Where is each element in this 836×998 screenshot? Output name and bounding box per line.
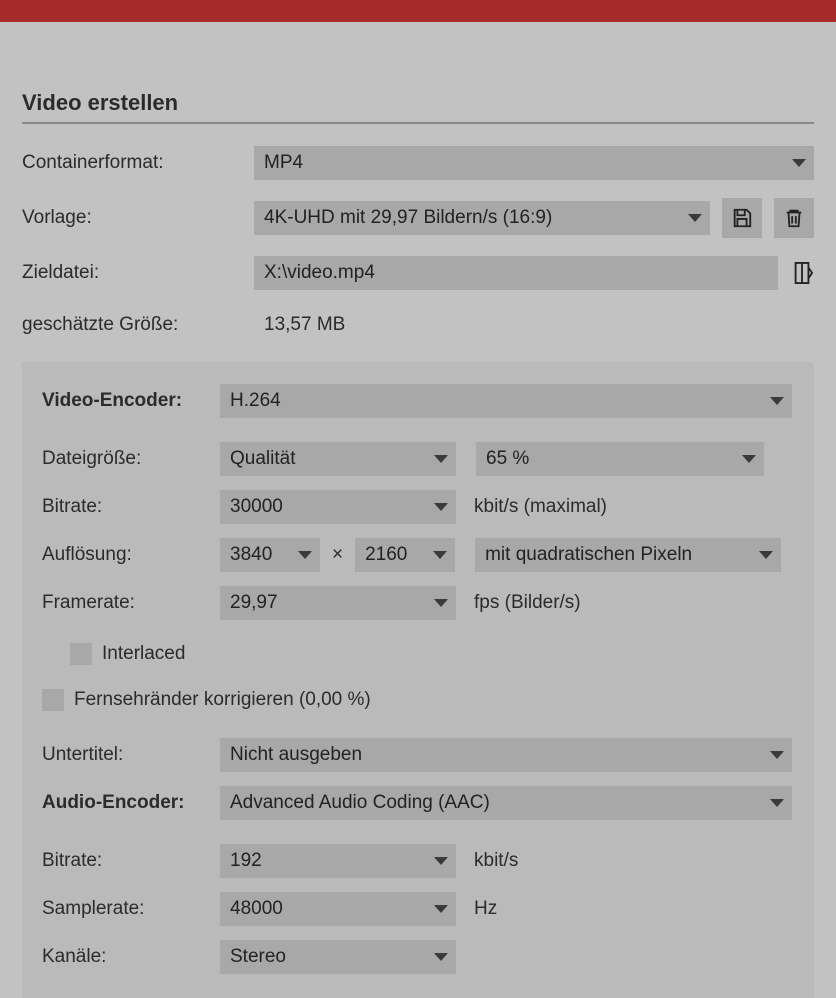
save-icon — [731, 207, 753, 229]
field-value: X:\video.mp4 — [264, 262, 375, 284]
select-value: 30000 — [230, 496, 283, 518]
container-format-label: Containerformat: — [22, 152, 254, 174]
template-select[interactable]: 4K-UHD mit 29,97 Bildern/s (16:9) — [254, 201, 710, 235]
samplerate-select[interactable]: 48000 — [220, 892, 456, 926]
estimated-size-value: 13,57 MB — [254, 314, 345, 336]
audio-encoder-select[interactable]: Advanced Audio Coding (AAC) — [220, 786, 792, 820]
video-encoder-select[interactable]: H.264 — [220, 384, 792, 418]
select-value: MP4 — [264, 152, 303, 174]
chevron-down-icon — [688, 214, 702, 222]
subtitle-select[interactable]: Nicht ausgeben — [220, 738, 792, 772]
select-value: 4K-UHD mit 29,97 Bildern/s (16:9) — [264, 207, 552, 229]
audio-bitrate-label: Bitrate: — [42, 850, 220, 872]
pixel-aspect-select[interactable]: mit quadratischen Pixeln — [475, 538, 781, 572]
target-file-field[interactable]: X:\video.mp4 — [254, 256, 778, 290]
container-format-select[interactable]: MP4 — [254, 146, 814, 180]
filesize-label: Dateigröße: — [42, 448, 220, 470]
interlaced-checkbox[interactable] — [70, 643, 92, 665]
select-value: mit quadratischen Pixeln — [485, 544, 692, 566]
video-encoder-label: Video-Encoder: — [42, 390, 220, 412]
select-value: 65 % — [486, 448, 529, 470]
filesize-mode-select[interactable]: Qualität — [220, 442, 456, 476]
resolution-width-select[interactable]: 3840 — [220, 538, 320, 572]
select-value: 192 — [230, 850, 262, 872]
subtitle-label: Untertitel: — [42, 744, 220, 766]
select-value: Qualität — [230, 448, 295, 470]
chevron-down-icon — [434, 905, 448, 913]
select-value: 3840 — [230, 544, 272, 566]
delete-template-button[interactable] — [774, 198, 814, 238]
browse-file-button[interactable] — [790, 260, 814, 286]
select-value: Stereo — [230, 946, 286, 968]
resolution-label: Auflösung: — [42, 544, 220, 566]
samplerate-unit: Hz — [474, 898, 497, 920]
select-value: H.264 — [230, 390, 281, 412]
chevron-down-icon — [770, 799, 784, 807]
select-value: Nicht ausgeben — [230, 744, 362, 766]
folder-open-icon — [791, 260, 813, 286]
chevron-down-icon — [298, 551, 312, 559]
chevron-down-icon — [770, 751, 784, 759]
trash-icon — [783, 207, 805, 229]
chevron-down-icon — [434, 503, 448, 511]
interlaced-label: Interlaced — [102, 643, 185, 665]
select-value: 48000 — [230, 898, 283, 920]
select-value: 29,97 — [230, 592, 278, 614]
chevron-down-icon — [742, 455, 756, 463]
select-value: 2160 — [365, 544, 407, 566]
audio-encoder-label: Audio-Encoder: — [42, 792, 220, 814]
chevron-down-icon — [434, 455, 448, 463]
samplerate-label: Samplerate: — [42, 898, 220, 920]
resolution-multiply: × — [332, 544, 343, 566]
resolution-height-select[interactable]: 2160 — [355, 538, 455, 572]
channels-select[interactable]: Stereo — [220, 940, 456, 974]
chevron-down-icon — [759, 551, 773, 559]
chevron-down-icon — [434, 599, 448, 607]
tv-borders-label: Fernsehränder korrigieren (0,00 %) — [74, 689, 371, 711]
audio-bitrate-unit: kbit/s — [474, 850, 518, 872]
chevron-down-icon — [434, 953, 448, 961]
framerate-select[interactable]: 29,97 — [220, 586, 456, 620]
save-template-button[interactable] — [722, 198, 762, 238]
select-value: Advanced Audio Coding (AAC) — [230, 792, 490, 814]
filesize-quality-select[interactable]: 65 % — [476, 442, 764, 476]
channels-label: Kanäle: — [42, 946, 220, 968]
chevron-down-icon — [792, 159, 806, 167]
chevron-down-icon — [433, 551, 447, 559]
encoder-settings-panel: Video-Encoder: H.264 Dateigröße: Qualitä… — [22, 362, 814, 998]
framerate-label: Framerate: — [42, 592, 220, 614]
target-file-label: Zieldatei: — [22, 262, 254, 284]
titlebar — [0, 0, 836, 22]
video-bitrate-unit: kbit/s (maximal) — [474, 496, 607, 518]
chevron-down-icon — [770, 397, 784, 405]
tv-borders-checkbox[interactable] — [42, 689, 64, 711]
estimated-size-label: geschätzte Größe: — [22, 314, 254, 336]
framerate-unit: fps (Bilder/s) — [474, 592, 581, 614]
template-label: Vorlage: — [22, 207, 254, 229]
chevron-down-icon — [434, 857, 448, 865]
video-bitrate-label: Bitrate: — [42, 496, 220, 518]
audio-bitrate-select[interactable]: 192 — [220, 844, 456, 878]
section-title: Video erstellen — [22, 90, 814, 124]
video-bitrate-select[interactable]: 30000 — [220, 490, 456, 524]
